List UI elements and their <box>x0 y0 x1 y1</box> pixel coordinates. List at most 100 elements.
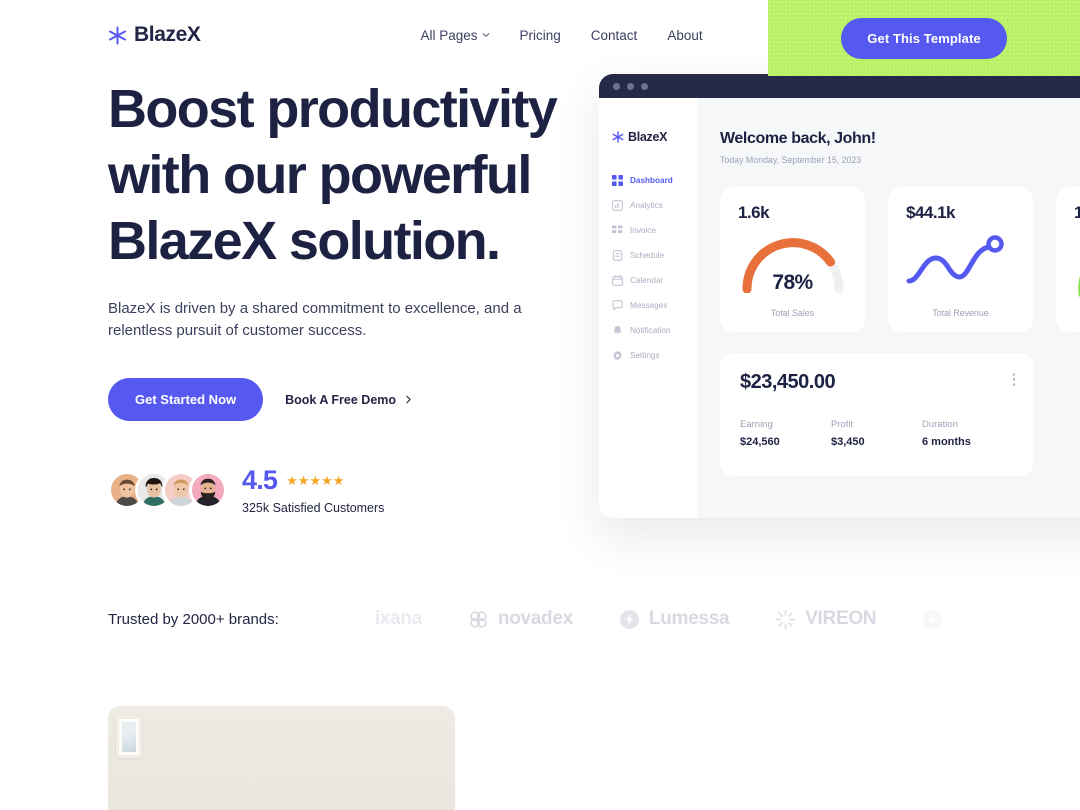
nav-item-all-pages[interactable]: All Pages <box>420 28 489 43</box>
message-icon <box>612 300 623 311</box>
summary-stat-key: Earning <box>740 419 773 430</box>
summary-stat-value: $3,450 <box>831 436 865 448</box>
rating-caption: 325k Satisfied Customers <box>242 501 385 515</box>
sunburst-icon <box>775 609 796 630</box>
avatar <box>189 471 227 509</box>
nav-item-label: Contact <box>590 27 638 43</box>
promo-banner: Get This Template <box>768 0 1080 76</box>
window-titlebar <box>599 74 1080 98</box>
sidebar-item-schedule[interactable]: Schedule <box>612 250 698 261</box>
star-rating-icon: ★★★★★ <box>286 473 345 488</box>
brands-strip: Trusted by 2000+ brands: ixana novadex L… <box>108 608 1080 630</box>
gauge-value: 78% <box>772 270 813 294</box>
kebab-menu-icon[interactable] <box>1012 373 1015 386</box>
summary-card[interactable]: $23,450.00 Earning $24,560 Profit $3,450… <box>720 353 1033 476</box>
sidebar-item-label: Notification <box>630 326 671 335</box>
calendar-icon <box>612 275 623 286</box>
asterisk-icon <box>612 131 624 143</box>
gear-icon <box>612 350 623 361</box>
dashboard-sidebar: BlazeX Dashboard Analytics Invoice Sched… <box>599 98 698 518</box>
window-dot-icon <box>641 82 648 90</box>
brand-logo-text: VIREON <box>805 608 877 629</box>
stat-card-third[interactable]: 13 <box>1056 187 1080 332</box>
sidebar-item-dashboard[interactable]: Dashboard <box>612 175 698 186</box>
sidebar-item-label: Calendar <box>630 276 664 285</box>
stat-label: Total Revenue <box>932 308 989 318</box>
nav-item-label: Pricing <box>519 27 561 43</box>
sidebar-item-label: Invoice <box>630 226 656 235</box>
page-title: Boost productivity with our powerful Bla… <box>108 79 558 271</box>
sidebar-item-invoice[interactable]: Invoice <box>612 225 698 236</box>
dashboard-date: Today Monday, September 15, 2023 <box>720 155 862 165</box>
photo-background <box>108 706 455 810</box>
nav-item-label: About <box>667 27 703 43</box>
window-dot-icon <box>627 82 634 90</box>
stat-label: Total Sales <box>770 308 815 318</box>
social-proof: 4.5 ★★★★★ 325k Satisfied Customers <box>108 465 578 515</box>
document-icon <box>612 250 623 261</box>
brand-logo-lumessa: Lumessa <box>619 608 729 630</box>
hero-section: Boost productivity with our powerful Bla… <box>108 76 578 515</box>
dashboard-logo: BlazeX <box>612 130 698 144</box>
office-photo: LOGO <box>108 706 455 810</box>
sidebar-item-label: Schedule <box>630 251 665 260</box>
avatar-group <box>108 471 227 509</box>
stat-value: 1.6k <box>738 203 770 222</box>
line-chart <box>905 231 1017 294</box>
dashboard-welcome: Welcome back, John! <box>720 130 876 147</box>
summary-stat-value: $24,560 <box>740 436 780 448</box>
rating-value: 4.5 <box>242 465 278 495</box>
get-this-template-button[interactable]: Get This Template <box>841 17 1007 59</box>
sidebar-item-analytics[interactable]: Analytics <box>612 200 698 211</box>
window-dot-icon <box>613 82 620 90</box>
sidebar-item-notification[interactable]: Notification <box>612 325 698 336</box>
brands-track: ixana novadex Lumessa VIREON <box>375 608 943 630</box>
stat-card-total-sales[interactable]: 1.6k 78% Total Sales <box>720 187 865 332</box>
logo[interactable]: BlazeX <box>108 23 201 47</box>
sidebar-item-messages[interactable]: Messages <box>612 300 698 311</box>
bolt-icon <box>922 609 943 630</box>
flower-icon <box>468 609 489 630</box>
wall-frame-left <box>116 716 142 758</box>
summary-stat: Duration 6 months <box>922 419 1013 448</box>
bolt-icon <box>619 609 640 630</box>
gauge-chart: 78% <box>739 235 847 294</box>
book-demo-label: Book A Free Demo <box>285 392 397 407</box>
bar-chart-icon <box>612 200 623 211</box>
hero-cta-row: Get Started Now Book A Free Demo <box>108 378 578 421</box>
summary-stat-value: 6 months <box>922 436 971 448</box>
summary-stat: Earning $24,560 <box>740 419 831 448</box>
nav-item-label: All Pages <box>420 27 478 43</box>
brand-logo-text: ixana <box>374 608 422 629</box>
book-demo-link[interactable]: Book A Free Demo <box>285 393 413 407</box>
hero-subtitle: BlazeX is driven by a shared commitment … <box>108 300 522 339</box>
stat-value: $44.1k <box>906 203 956 222</box>
stat-value: 13 <box>1074 203 1080 222</box>
chevron-right-icon <box>404 395 413 404</box>
get-started-button[interactable]: Get Started Now <box>108 378 264 421</box>
brand-logo-partial <box>922 609 943 630</box>
nav-item-pricing[interactable]: Pricing <box>520 28 561 43</box>
landing-page: Get This Template BlazeX All Pages Prici… <box>0 0 1080 810</box>
dashboard-main: Welcome back, John! Today Monday, Septem… <box>698 98 1080 518</box>
bell-icon <box>612 325 623 336</box>
stat-card-total-revenue[interactable]: $44.1k Total Revenue <box>888 187 1033 332</box>
sidebar-item-settings[interactable]: Settings <box>612 350 698 361</box>
brand-logo-text: novadex <box>497 608 573 629</box>
sidebar-item-label: Dashboard <box>630 176 673 185</box>
dashboard-logo-text: BlazeX <box>628 130 668 144</box>
summary-stat-key: Duration <box>922 419 958 430</box>
sidebar-item-label: Messages <box>630 301 668 310</box>
nav-item-contact[interactable]: Contact <box>591 28 638 43</box>
nav-item-about[interactable]: About <box>667 28 702 43</box>
grid-icon <box>612 175 623 186</box>
sidebar-item-calendar[interactable]: Calendar <box>612 275 698 286</box>
logo-text: BlazeX <box>134 23 201 46</box>
brands-label: Trusted by 2000+ brands: <box>108 610 279 628</box>
sidebar-item-label: Analytics <box>630 201 663 210</box>
asterisk-icon <box>108 26 127 45</box>
invoice-icon <box>612 225 623 236</box>
brand-logo-text: Lumessa <box>648 608 730 629</box>
brand-logo-novadex: novadex <box>468 608 573 630</box>
summary-amount: $23,450.00 <box>740 371 836 393</box>
